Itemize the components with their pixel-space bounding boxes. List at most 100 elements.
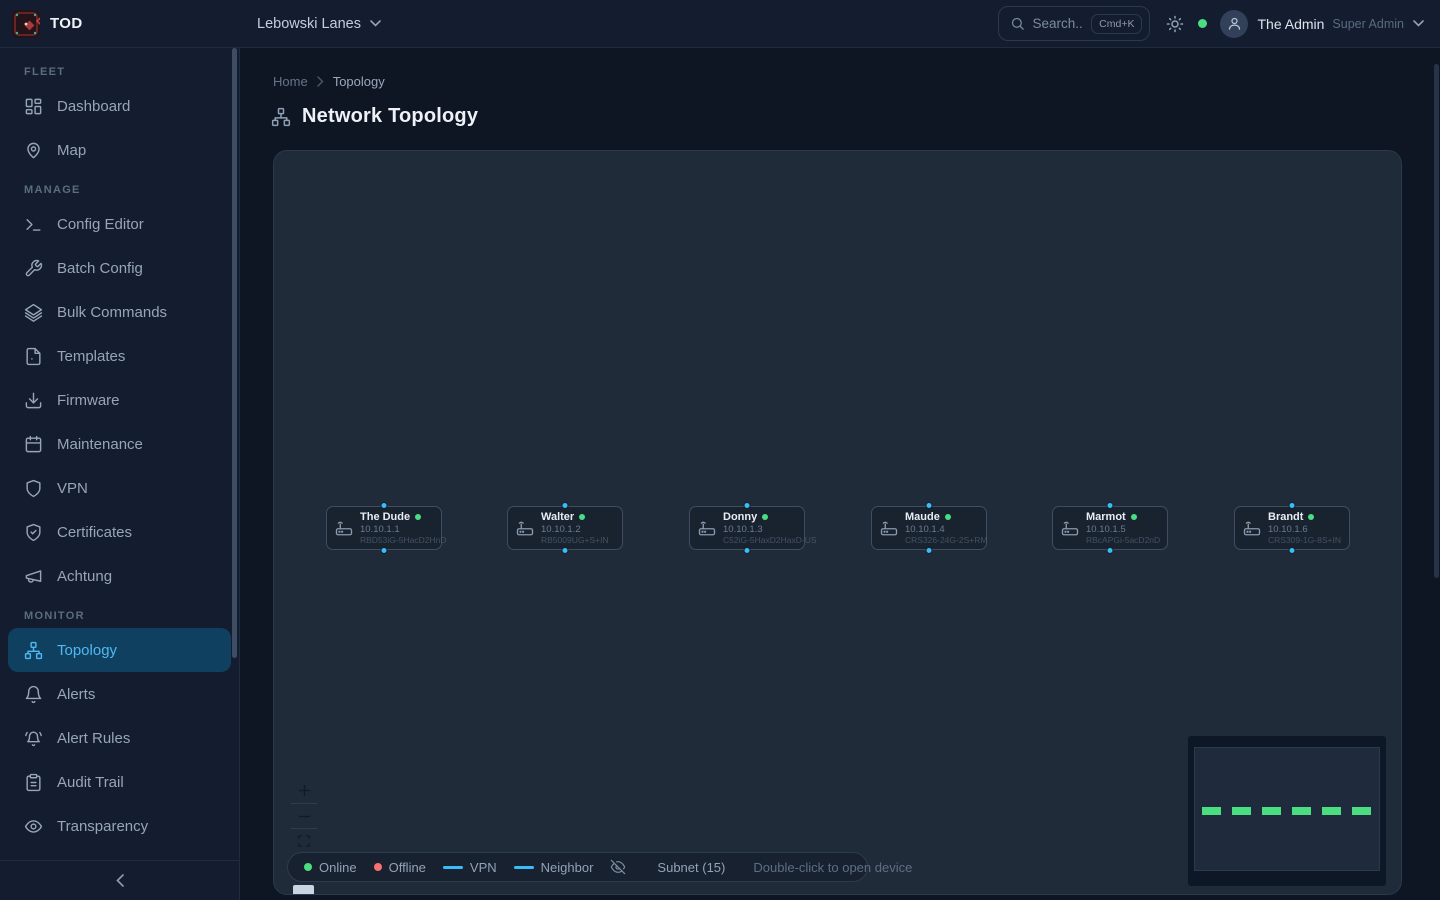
minus-icon: [297, 809, 312, 824]
node-name: Brandt: [1268, 511, 1303, 524]
breadcrumb: Home Topology: [273, 74, 385, 89]
device-node-donny[interactable]: Donny 10.10.1.3 C52iG-5HaxD2HaxD-US: [689, 506, 805, 550]
page-scrollbar[interactable]: [1434, 64, 1439, 578]
node-model: RBcAPGi-5acD2nD: [1086, 535, 1159, 545]
sidebar-item-topology[interactable]: Topology: [8, 628, 231, 672]
node-status-dot: [762, 514, 768, 520]
section-label-fleet: FLEET: [8, 54, 231, 84]
node-handle-top[interactable]: [744, 502, 751, 509]
sidebar-item-dashboard[interactable]: Dashboard: [8, 84, 231, 128]
node-handle-top[interactable]: [1107, 502, 1114, 509]
sidebar-item-config-editor[interactable]: Config Editor: [8, 202, 231, 246]
topology-canvas[interactable]: The Dude 10.10.1.1 RBD53iG-5HacD2HnD Wal…: [273, 150, 1402, 895]
node-handle-top[interactable]: [381, 502, 388, 509]
online-dot: [304, 863, 312, 871]
chevron-down-icon: [1413, 20, 1424, 27]
node-handle-top[interactable]: [926, 502, 933, 509]
canvas-controls: [291, 778, 317, 853]
minimap-node: [1292, 807, 1311, 815]
neighbor-line-swatch: [514, 866, 534, 869]
node-name: Marmot: [1086, 511, 1126, 524]
sidebar-item-achtung[interactable]: Achtung: [8, 554, 231, 598]
sidebar-scrollbar[interactable]: [232, 48, 237, 658]
file-icon: [24, 347, 43, 366]
node-handle-bottom[interactable]: [1289, 547, 1296, 554]
device-node-marmot[interactable]: Marmot 10.10.1.5 RBcAPGi-5acD2nD: [1052, 506, 1168, 550]
sidebar-item-label: Config Editor: [57, 216, 144, 233]
wrench-icon: [24, 259, 43, 278]
canvas-legend: Online Offline VPN Neighbor Subnet (15) …: [287, 852, 868, 882]
download-icon: [24, 391, 43, 410]
sidebar-item-label: Bulk Commands: [57, 304, 167, 321]
sidebar-item-firmware[interactable]: Firmware: [8, 378, 231, 422]
device-node-walter[interactable]: Walter 10.10.1.2 RB5009UG+S+IN: [507, 506, 623, 550]
sidebar-item-batch-config[interactable]: Batch Config: [8, 246, 231, 290]
fit-view-icon: [297, 834, 311, 848]
hide-labels-button[interactable]: [610, 859, 626, 875]
avatar[interactable]: [1220, 10, 1248, 38]
global-search[interactable]: Cmd+K: [998, 6, 1150, 41]
topology-icon: [24, 641, 43, 660]
sidebar-item-transparency[interactable]: Transparency: [8, 804, 231, 848]
legend-neighbor-label: Neighbor: [541, 860, 594, 875]
node-handle-bottom[interactable]: [562, 547, 569, 554]
sun-icon: [1166, 15, 1184, 33]
bell-icon: [24, 685, 43, 704]
sidebar-item-label: Achtung: [57, 568, 112, 585]
node-handle-top[interactable]: [562, 502, 569, 509]
tenant-switcher[interactable]: Lebowski Lanes: [257, 16, 381, 32]
sidebar-item-map[interactable]: Map: [8, 128, 231, 172]
sidebar-item-audit-trail[interactable]: Audit Trail: [8, 760, 231, 804]
device-node-brandt[interactable]: Brandt 10.10.1.6 CRS309-1G-8S+IN: [1234, 506, 1350, 550]
node-handle-bottom[interactable]: [1107, 547, 1114, 554]
user-icon: [1227, 16, 1242, 31]
dashboard-icon: [24, 97, 43, 116]
router-icon: [880, 519, 898, 537]
sidebar-item-label: Topology: [57, 642, 117, 659]
node-handle-bottom[interactable]: [744, 547, 751, 554]
sidebar-item-label: Alert Rules: [57, 730, 130, 747]
device-node-maude[interactable]: Maude 10.10.1.4 CRS326-24G-2S+RM: [871, 506, 987, 550]
sidebar-item-certificates[interactable]: Certificates: [8, 510, 231, 554]
sidebar-item-alerts[interactable]: Alerts: [8, 672, 231, 716]
topology-icon: [271, 107, 291, 127]
node-ip: 10.10.1.6: [1268, 524, 1341, 535]
toggle-interactivity-button[interactable]: [293, 885, 314, 895]
node-status-dot: [945, 514, 951, 520]
sidebar-item-maintenance[interactable]: Maintenance: [8, 422, 231, 466]
sidebar-item-label: Map: [57, 142, 86, 159]
zoom-out-button[interactable]: [291, 803, 317, 828]
node-handle-bottom[interactable]: [381, 547, 388, 554]
chevron-right-icon: [317, 76, 324, 87]
sidebar-item-label: Templates: [57, 348, 125, 365]
map-pin-icon: [24, 141, 43, 160]
minimap[interactable]: [1188, 736, 1386, 886]
node-handle-bottom[interactable]: [926, 547, 933, 554]
user-menu-button[interactable]: [1413, 20, 1424, 27]
page-title: Network Topology: [302, 105, 478, 128]
sidebar-item-label: Transparency: [57, 818, 148, 835]
search-input[interactable]: [1032, 16, 1084, 31]
node-handle-top[interactable]: [1289, 502, 1296, 509]
router-icon: [1243, 519, 1261, 537]
sidebar-collapse-button[interactable]: [0, 860, 239, 900]
bell-ring-icon: [24, 729, 43, 748]
sidebar-item-label: Firmware: [57, 392, 120, 409]
calendar-icon: [24, 435, 43, 454]
theme-toggle-button[interactable]: [1166, 15, 1184, 33]
offline-dot: [374, 863, 382, 871]
zoom-in-button[interactable]: [291, 778, 317, 803]
device-node-the-dude[interactable]: The Dude 10.10.1.1 RBD53iG-5HacD2HnD: [326, 506, 442, 550]
connection-status-dot: [1198, 19, 1207, 28]
fit-view-button[interactable]: [291, 828, 317, 853]
node-model: RBD53iG-5HacD2HnD: [360, 535, 433, 545]
topbar: TOD Lebowski Lanes Cmd+K The Admin Super…: [0, 0, 1440, 48]
sidebar-item-vpn[interactable]: VPN: [8, 466, 231, 510]
sidebar-item-templates[interactable]: Templates: [8, 334, 231, 378]
sidebar-item-bulk-commands[interactable]: Bulk Commands: [8, 290, 231, 334]
sidebar-item-alert-rules[interactable]: Alert Rules: [8, 716, 231, 760]
sidebar: FLEET Dashboard Map MANAGE Config Editor…: [0, 48, 240, 900]
breadcrumb-home[interactable]: Home: [273, 74, 308, 89]
sidebar-item-label: Audit Trail: [57, 774, 124, 791]
legend-online: Online: [304, 860, 357, 875]
